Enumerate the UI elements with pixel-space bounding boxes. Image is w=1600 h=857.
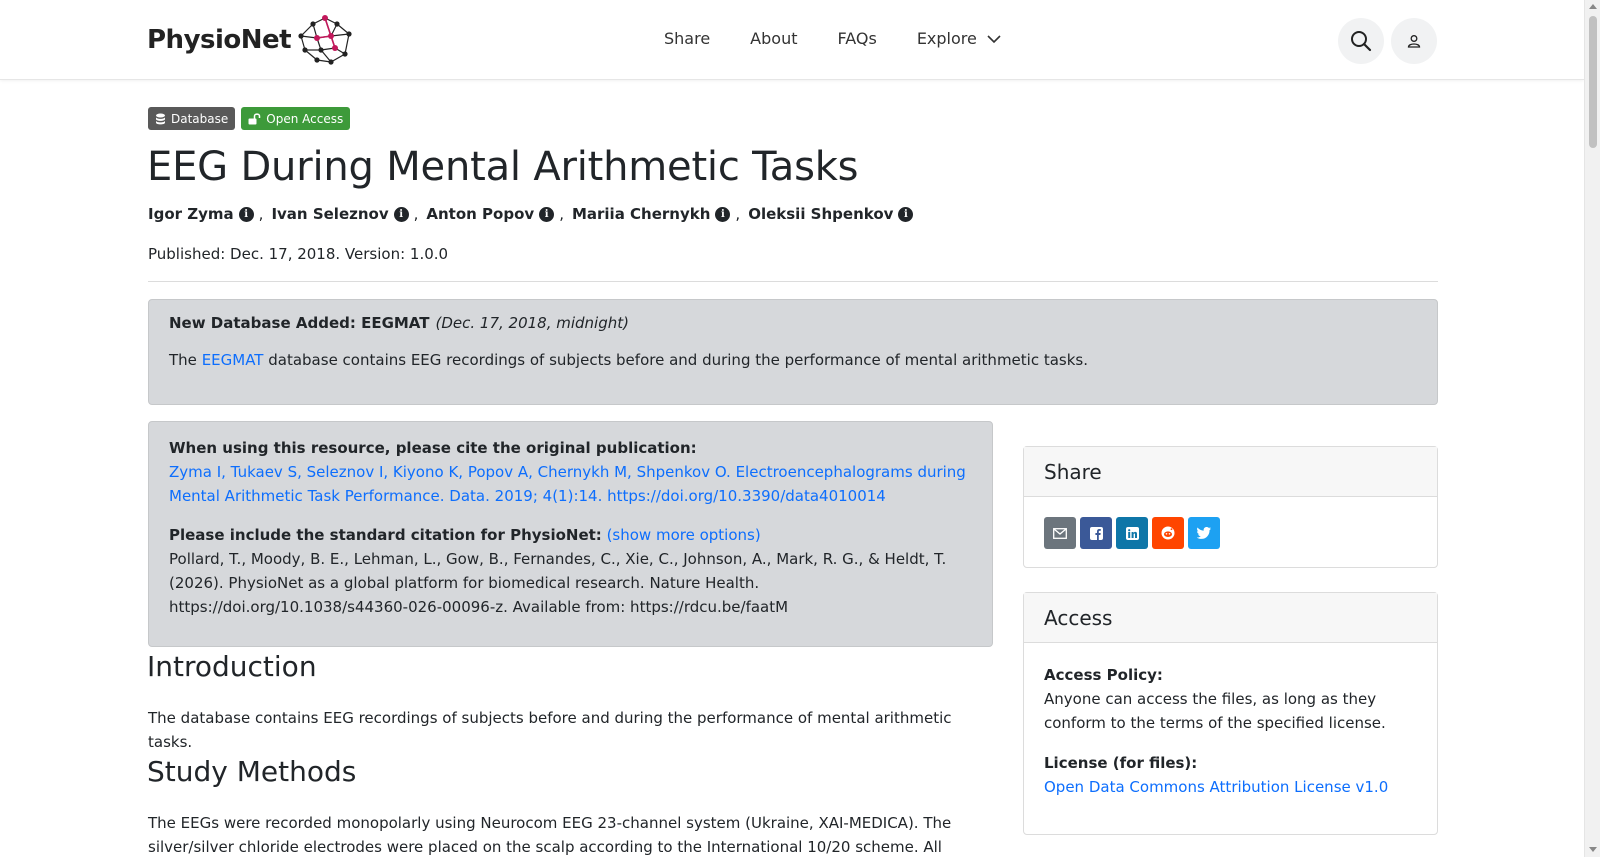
project-badges: Database Open Access <box>148 107 351 130</box>
introduction-text: The database contains EEG recordings of … <box>148 709 952 751</box>
announcement-suffix: database contains EEG recordings of subj… <box>268 351 1089 369</box>
access-policy-text: Anyone can access the files, as long as … <box>1044 690 1386 732</box>
divider <box>148 281 1438 282</box>
twitter-icon <box>1197 527 1211 539</box>
linkedin-icon <box>1125 526 1139 540</box>
database-badge: Database <box>148 107 236 130</box>
share-facebook-button[interactable] <box>1080 517 1112 549</box>
search-icon <box>1351 31 1372 52</box>
introduction-heading: Introduction <box>147 650 317 683</box>
original-citation-label: When using this resource, please cite th… <box>169 439 697 457</box>
news-announcement: New Database Added: EEGMAT (Dec. 17, 201… <box>148 299 1438 405</box>
info-icon[interactable]: i <box>238 206 254 222</box>
author-name: Igor Zyma <box>148 205 234 223</box>
published-info: Published: Dec. 17, 2018. Version: 1.0.0 <box>148 245 449 263</box>
study-methods-heading: Study Methods <box>147 755 357 788</box>
share-buttons <box>1044 517 1417 549</box>
author-item[interactable]: Mariia Chernykh i <box>571 205 731 223</box>
citation-box: When using this resource, please cite th… <box>148 421 993 647</box>
nav-about-link[interactable]: About <box>750 29 797 48</box>
page-scrollbar[interactable] <box>1584 0 1600 857</box>
author-separator: , <box>735 205 741 223</box>
reddit-icon <box>1161 526 1175 540</box>
access-card: Access Access Policy: Anyone can access … <box>1023 592 1438 835</box>
facebook-icon <box>1089 526 1103 540</box>
scroll-down-arrow-icon[interactable] <box>1589 847 1597 852</box>
nav-explore-label: Explore <box>916 29 977 48</box>
chevron-down-icon <box>987 34 1001 43</box>
nav-explore-dropdown[interactable]: Explore <box>917 29 1001 48</box>
top-navbar: PhysioNet Share About FAQs Explore <box>0 0 1584 80</box>
unlock-icon <box>248 112 261 124</box>
announcement-heading: New Database Added: EEGMAT <box>169 314 430 332</box>
info-icon[interactable]: i <box>393 206 409 222</box>
info-icon[interactable]: i <box>898 206 914 222</box>
access-policy-label: Access Policy: <box>1044 666 1163 684</box>
share-linkedin-button[interactable] <box>1116 517 1148 549</box>
author-list: Igor Zyma i , Ivan Seleznov i , Anton Popo… <box>148 205 914 223</box>
author-item[interactable]: Ivan Seleznov i <box>271 205 409 223</box>
page-title: EEG During Mental Arithmetic Tasks <box>147 144 859 190</box>
author-name: Anton Popov <box>426 205 535 223</box>
eegmat-link[interactable]: EEGMAT <box>202 351 264 369</box>
announcement-body: The EEGMAT database contains EEG recordi… <box>169 351 1417 369</box>
standard-citation-text: Pollard, T., Moody, B. E., Lehman, L., G… <box>169 550 947 616</box>
scroll-up-arrow-icon[interactable] <box>1589 4 1597 9</box>
search-button[interactable] <box>1338 18 1384 64</box>
info-icon[interactable]: i <box>539 206 555 222</box>
access-card-title: Access <box>1024 593 1437 643</box>
author-name: Oleksii Shpenkov <box>748 205 894 223</box>
info-icon[interactable]: i <box>715 206 731 222</box>
author-item[interactable]: Igor Zyma i <box>148 205 254 223</box>
author-separator: , <box>413 205 419 223</box>
account-button[interactable] <box>1391 18 1437 64</box>
share-email-button[interactable] <box>1044 517 1076 549</box>
author-name: Ivan Seleznov <box>271 205 389 223</box>
share-reddit-button[interactable] <box>1152 517 1184 549</box>
standard-citation-label: Please include the standard citation for… <box>169 526 602 544</box>
open-access-badge-label: Open Access <box>266 111 344 126</box>
author-item[interactable]: Oleksii Shpenkov i <box>748 205 914 223</box>
announcement-prefix: The <box>169 351 197 369</box>
announcement-date: (Dec. 17, 2018, midnight) <box>435 314 629 332</box>
author-separator: , <box>258 205 264 223</box>
license-link[interactable]: Open Data Commons Attribution License v1… <box>1044 778 1388 796</box>
brand-name: PhysioNet <box>147 25 292 55</box>
original-citation-link[interactable]: Zyma I, Tukaev S, Seleznov I, Kiyono K, … <box>169 463 966 505</box>
author-item[interactable]: Anton Popov i <box>426 205 555 223</box>
author-separator: , <box>559 205 564 223</box>
nav-faqs-link[interactable]: FAQs <box>837 29 876 48</box>
share-card-title: Share <box>1024 447 1437 497</box>
email-icon <box>1053 527 1067 539</box>
study-methods-text: The EEGs were recorded monopolarly using… <box>148 814 952 856</box>
share-card: Share <box>1023 446 1438 568</box>
database-badge-label: Database <box>171 111 229 126</box>
network-logo-icon <box>298 15 352 65</box>
user-icon <box>1407 35 1421 48</box>
share-twitter-button[interactable] <box>1188 517 1220 549</box>
main-nav: Share About FAQs Explore <box>664 29 1001 48</box>
license-label: License (for files): <box>1044 754 1198 772</box>
author-name: Mariia Chernykh <box>571 205 711 223</box>
show-more-options-link[interactable]: (show more options) <box>607 526 761 544</box>
nav-share-link[interactable]: Share <box>664 29 710 48</box>
database-icon <box>156 113 165 124</box>
brand-logo-link[interactable]: PhysioNet <box>147 14 353 66</box>
open-access-badge: Open Access <box>241 107 351 130</box>
scrollbar-thumb[interactable] <box>1589 16 1597 148</box>
